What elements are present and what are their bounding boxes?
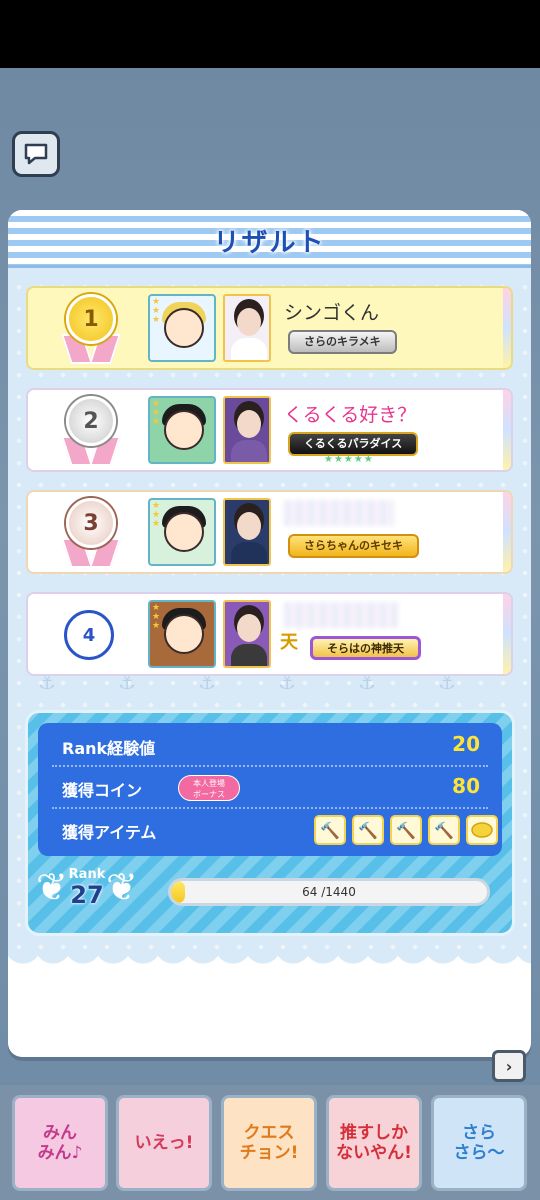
status-bar <box>0 0 540 68</box>
result-row-1[interactable]: 1 ★ ★ ★ シンゴくん さらのキラメキ <box>26 286 513 370</box>
coin-icon[interactable] <box>466 815 498 845</box>
player-name-hidden <box>284 602 398 628</box>
chevron-right-icon: › <box>505 1056 513 1076</box>
player-avatar[interactable]: ★ ★ ★ <box>148 498 216 566</box>
hammer-icon[interactable]: 🔨 <box>390 815 422 845</box>
title-badge: そらはの神推天 <box>310 636 421 660</box>
stamp-sarasara[interactable]: さら さら〜 <box>431 1095 527 1191</box>
rank-progress-text: 64 /1440 <box>302 885 356 899</box>
member-card[interactable] <box>223 294 271 362</box>
chat-bubble-icon <box>24 143 48 165</box>
rank-laurel: ❦ ❦ Rank 27 <box>36 859 138 925</box>
stamp-question[interactable]: クエス チョン! <box>221 1095 317 1191</box>
page-title: リザルト <box>213 228 326 258</box>
stamp-oshi[interactable]: 推すしか ないやん! <box>326 1095 422 1191</box>
title-badge: くるくるパラダイス <box>288 432 419 456</box>
result-row-4[interactable]: 4 ★ ★ ★ 天 そらはの神推天 <box>26 592 513 676</box>
rank-word: Rank <box>68 867 106 882</box>
gold-medal-icon: 1 <box>58 292 124 368</box>
member-card[interactable] <box>223 396 271 464</box>
coin-value: 80 <box>452 774 480 798</box>
rank-number: 27 <box>70 881 104 909</box>
rank-progress-bar: 64 /1440 <box>168 878 490 906</box>
coin-label: 獲得コイン <box>62 781 143 800</box>
bronze-medal-icon: 3 <box>58 496 124 572</box>
result-row-3[interactable]: 3 ★ ★ ★ さらちゃんのキセキ <box>26 490 513 574</box>
player-name-hidden <box>284 500 394 526</box>
items-label: 獲得アイテム <box>62 823 157 842</box>
heaven-mark-icon: 天 <box>280 632 298 653</box>
silver-medal-icon: 2 <box>58 394 124 470</box>
hammer-icon[interactable]: 🔨 <box>352 815 384 845</box>
title-badge: さらちゃんのキセキ <box>288 534 419 558</box>
stamp-minmin[interactable]: みん みん♪ <box>12 1095 108 1191</box>
title-stars-icon: ★★★★★ <box>324 454 374 465</box>
rewards-panel: Rank経験値 20 獲得コイン 本人登場 ボーナス 80 獲得アイテム 🔨 🔨… <box>25 710 515 936</box>
result-header: リザルト <box>8 210 531 268</box>
stamp-bar: みん みん♪ いえっ! クエス チョン! 推すしか ないやん! さら さら〜 <box>0 1085 540 1200</box>
rewards-list: Rank経験値 20 獲得コイン 本人登場 ボーナス 80 獲得アイテム 🔨 🔨… <box>38 723 502 856</box>
rank-exp-label: Rank経験値 <box>62 739 156 758</box>
bonus-badge: 本人登場 ボーナス <box>178 775 240 801</box>
scroll-right-button[interactable]: › <box>492 1050 526 1082</box>
stamp-ie[interactable]: いえっ! <box>116 1095 212 1191</box>
rank-circle: 4 <box>64 610 114 660</box>
hammer-icon[interactable]: 🔨 <box>428 815 460 845</box>
member-card[interactable] <box>223 600 271 668</box>
member-card[interactable] <box>223 498 271 566</box>
title-badge: さらのキラメキ <box>288 330 397 354</box>
player-avatar[interactable]: ★ ★ ★ <box>148 600 216 668</box>
wave-divider <box>8 950 531 990</box>
result-panel: ⚓ ⚓ ⚓ ⚓ ⚓ ⚓ リザルト 1 ★★★ シンゴくん さらのキラメキ 2 <box>8 210 531 1057</box>
result-row-2[interactable]: 2 ★ ★ ★ くるくる好き？ くるくるパラダイス ★★★★★ <box>26 388 513 472</box>
player-avatar[interactable]: ★ ★ ★ <box>148 396 216 464</box>
rank-exp-value: 20 <box>452 732 480 756</box>
player-name: くるくる好き？ <box>284 404 417 426</box>
hammer-icon[interactable]: 🔨 <box>314 815 346 845</box>
player-avatar[interactable]: ★ ★ ★ <box>148 294 216 362</box>
chat-button[interactable] <box>12 131 60 177</box>
player-name: シンゴくん <box>284 302 380 324</box>
